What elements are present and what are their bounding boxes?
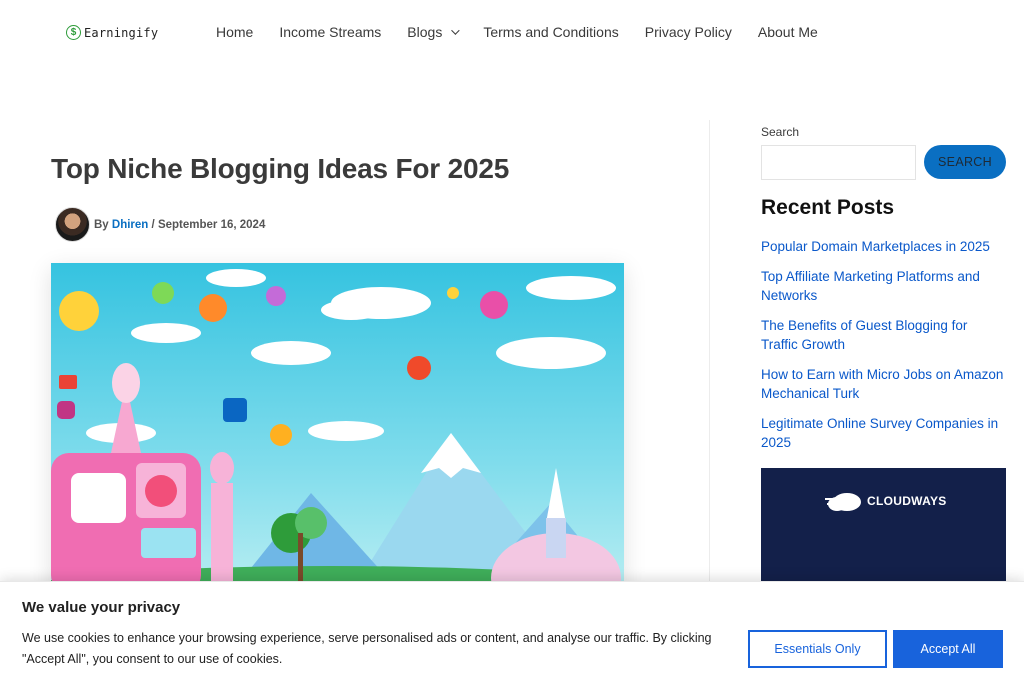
site-header: $ Earningify Home Income Streams Blogs T… bbox=[0, 0, 1024, 68]
recent-posts-list: Popular Domain Marketplaces in 2025 Top … bbox=[761, 237, 1006, 463]
cookie-description: We use cookies to enhance your browsing … bbox=[22, 631, 712, 666]
dollar-circle-icon: $ bbox=[66, 25, 81, 40]
cookie-consent-banner: We value your privacy We use cookies to … bbox=[0, 581, 1024, 683]
content-divider bbox=[709, 120, 710, 590]
meta-by: By bbox=[94, 218, 109, 231]
recent-post-link[interactable]: Popular Domain Marketplaces in 2025 bbox=[761, 237, 1006, 256]
site-logo[interactable]: $ Earningify bbox=[66, 25, 158, 40]
site-logo-text: Earningify bbox=[84, 25, 159, 40]
author-link[interactable]: Dhiren bbox=[112, 219, 148, 231]
search-label: Search bbox=[761, 125, 800, 139]
recent-posts-heading: Recent Posts bbox=[761, 196, 895, 219]
cloudways-ad-banner[interactable]: CLOUDWAYS bbox=[761, 468, 1006, 593]
recent-post-link[interactable]: Top Affiliate Marketing Platforms and Ne… bbox=[761, 267, 1006, 305]
nav-item-privacy[interactable]: Privacy Policy bbox=[645, 24, 732, 40]
ad-brand-text: CLOUDWAYS bbox=[867, 494, 947, 508]
nav-item-income-streams[interactable]: Income Streams bbox=[279, 24, 381, 40]
recent-post-link[interactable]: The Benefits of Guest Blogging for Traff… bbox=[761, 316, 1006, 354]
recent-post-link[interactable]: How to Earn with Micro Jobs on Amazon Me… bbox=[761, 365, 1006, 403]
chevron-down-icon[interactable] bbox=[451, 26, 460, 35]
nav-item-terms[interactable]: Terms and Conditions bbox=[483, 24, 618, 40]
accept-all-button[interactable]: Accept All bbox=[893, 630, 1003, 668]
featured-image bbox=[51, 263, 624, 593]
article-title: Top Niche Blogging Ideas For 2025 bbox=[51, 153, 510, 184]
essentials-only-button[interactable]: Essentials Only bbox=[748, 630, 887, 668]
search-input[interactable] bbox=[761, 145, 916, 180]
featured-illustration bbox=[51, 263, 624, 593]
nav-item-blogs[interactable]: Blogs bbox=[407, 24, 460, 40]
nav-item-about[interactable]: About Me bbox=[758, 24, 818, 40]
cookie-title: We value your privacy bbox=[22, 599, 181, 616]
nav-item-home[interactable]: Home bbox=[216, 24, 253, 40]
post-date: September 16, 2024 bbox=[157, 218, 266, 231]
main-nav: Home Income Streams Blogs Terms and Cond… bbox=[216, 24, 844, 40]
search-button[interactable]: SEARCH bbox=[924, 145, 1006, 179]
author-avatar[interactable] bbox=[55, 207, 90, 242]
article-meta: By Dhiren / September 16, 2024 bbox=[55, 207, 265, 242]
meta-separator: / bbox=[151, 218, 155, 231]
recent-post-link[interactable]: Legitimate Online Survey Companies in 20… bbox=[761, 414, 1006, 452]
cloud-icon bbox=[825, 493, 861, 511]
